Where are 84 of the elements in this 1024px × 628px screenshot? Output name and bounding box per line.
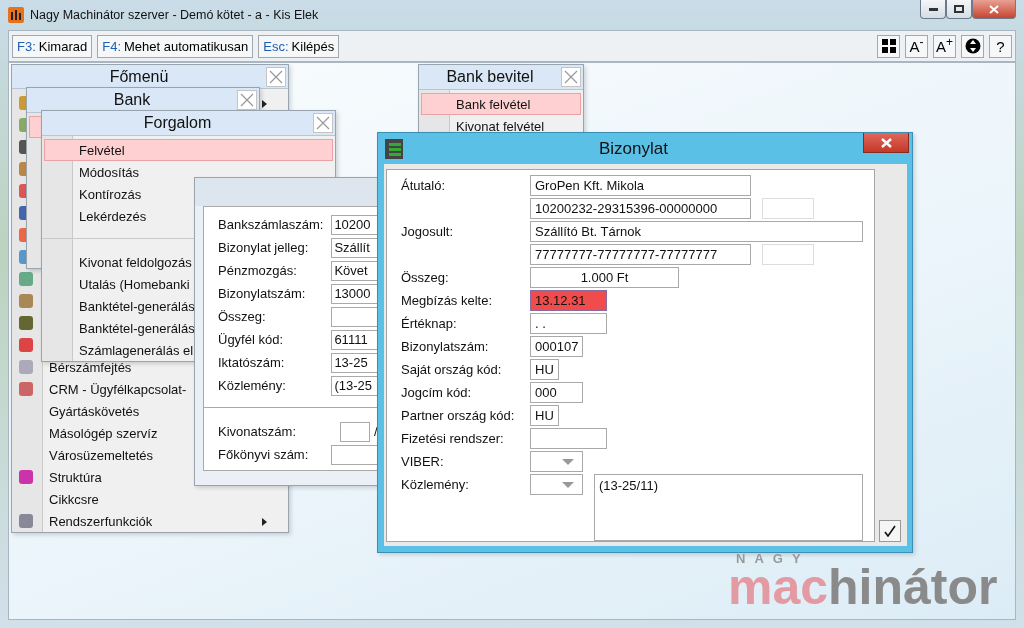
square-icon: [19, 338, 33, 352]
close-icon: [880, 137, 892, 148]
dropdown-field[interactable]: [530, 451, 583, 472]
square-icon: [19, 470, 33, 484]
square-icon: [19, 382, 33, 396]
text-area[interactable]: (13-25/11): [594, 474, 863, 541]
input-field[interactable]: 000: [530, 382, 583, 403]
square-icon: [19, 514, 33, 528]
maximize-icon: [954, 5, 964, 13]
field-label: Közlemény:: [218, 378, 287, 393]
close-icon: [240, 93, 254, 107]
menu-item[interactable]: Struktúra: [14, 466, 103, 488]
input-field[interactable]: 000107: [530, 336, 583, 357]
menu-item[interactable]: CRM - Ügyfélkapcsolat-: [14, 378, 188, 400]
circle-arrows-icon: [964, 38, 981, 54]
dropdown-arrow-icon: [562, 482, 574, 488]
toolbar-button[interactable]: A$^{-}$: [905, 34, 928, 58]
field-label: VIBER:: [401, 453, 445, 471]
field-label: Közlemény:: [401, 476, 470, 494]
input-field[interactable]: HU: [530, 359, 559, 380]
minimize-icon: [928, 7, 938, 11]
square-icon: [19, 360, 33, 374]
close-icon: [316, 116, 330, 130]
amount-field[interactable]: 1.000 Ft: [530, 267, 679, 288]
input-field[interactable]: [340, 421, 370, 442]
field-label: Iktatószám:: [218, 355, 286, 370]
input-field[interactable]: 10200232-29315396-00000000: [530, 198, 751, 219]
field-label: Kivonatszám:: [218, 424, 298, 439]
square-icon: [19, 294, 33, 308]
dropdown-field[interactable]: [530, 474, 583, 495]
grid-icon: [881, 39, 896, 53]
dropdown-arrow-icon: [562, 459, 574, 465]
menu-item[interactable]: Gyártáskövetés: [14, 400, 141, 422]
input-field[interactable]: 77777777-77777777-77777777: [530, 244, 751, 265]
close-button[interactable]: [863, 133, 909, 153]
close-button[interactable]: [972, 0, 1016, 19]
input-field[interactable]: [530, 428, 607, 449]
menu-item[interactable]: Felvétel: [44, 139, 333, 161]
field-label: Átutaló:: [401, 177, 447, 195]
dialog-title: Bizonylat: [598, 138, 669, 159]
square-icon: [19, 272, 33, 286]
close-icon: [564, 70, 578, 84]
menu-title: Forgalom: [142, 114, 213, 132]
field-label: Bizonylat jelleg:: [218, 240, 310, 255]
input-field[interactable]: HU: [530, 405, 559, 426]
menu-item[interactable]: Cikkcsre: [14, 488, 100, 510]
shortcut-button[interactable]: F4: Mehet automatikusan: [97, 34, 254, 58]
confirm-button[interactable]: [879, 520, 901, 542]
shortcut-button[interactable]: Esc: Kilépés: [258, 34, 340, 58]
field-label: Bankszámlaszám:: [218, 217, 325, 232]
field-label: Bizonylatszám:: [218, 286, 307, 301]
menu-item[interactable]: Másológép szervíz: [14, 422, 159, 444]
input-field[interactable]: Szállító Bt. Tárnok: [530, 221, 863, 242]
menu-title: Bank: [112, 91, 152, 109]
menu-item[interactable]: Városüzemeltetés: [14, 444, 155, 466]
maximize-button[interactable]: [946, 0, 972, 19]
field-label: Ügyfél kód:: [218, 332, 285, 347]
menu-title: Bank bevitel: [445, 68, 535, 86]
separator-label: /: [374, 424, 378, 439]
field-label: Partner ország kód:: [401, 407, 516, 425]
field-label: Pénzmozgás:: [218, 263, 298, 278]
close-icon: [269, 69, 283, 84]
toolbar-button[interactable]: A$^{+}$: [933, 34, 956, 58]
minimize-button[interactable]: [920, 0, 946, 19]
input-field[interactable]: 13.12.31: [530, 290, 607, 311]
app-logo-icon: [8, 7, 24, 23]
square-icon: [19, 316, 33, 330]
field-label: Főkönyvi szám:: [218, 447, 310, 462]
close-icon: [989, 4, 999, 14]
menu-item[interactable]: Bank felvétel: [421, 93, 581, 115]
checkmark-icon: [884, 525, 896, 537]
shortcut-button[interactable]: F3: Kimarad: [12, 34, 93, 58]
toolbar-button[interactable]: ?: [989, 34, 1012, 58]
field-label: Fizetési rendszer:: [401, 430, 505, 448]
field-label: Összeg:: [218, 309, 267, 324]
menu-item[interactable]: Rendszerfunkciók: [14, 510, 286, 532]
tile-windows-button[interactable]: [877, 34, 900, 58]
menu-title: Főmenü: [108, 67, 170, 86]
input-field[interactable]: . .: [530, 313, 607, 334]
navigation-button[interactable]: [961, 34, 984, 58]
submenu-arrow-icon: [262, 518, 267, 526]
window-title: Nagy Machinátor szerver - Demó kötet - a - Kis Elek: [30, 8, 320, 22]
money-stack-icon: [384, 137, 404, 160]
input-field[interactable]: GroPen Kft. Mikola: [530, 175, 751, 196]
